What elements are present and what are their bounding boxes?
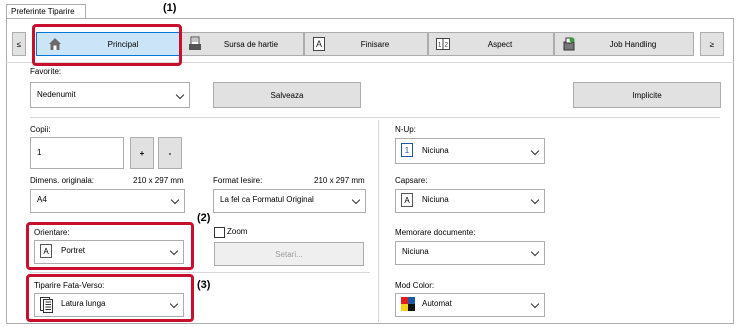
chevron-down-icon [530,299,540,309]
staple-dropdown[interactable]: A Niciuna [395,189,545,213]
tab-sursa-de-hartie[interactable]: Sursa de hartie [180,32,304,56]
zoom-label: Zoom [227,227,248,236]
finishing-icon: A [313,37,325,51]
favorites-value: Nedenumit [37,90,76,99]
tab-job-handling-label: Job Handling [609,39,657,49]
copies-plus-button[interactable]: + [130,137,154,169]
section-divider [30,117,720,118]
tab-preferinte-tiparire[interactable]: Preferinte Tiparire [6,4,86,18]
favorites-dropdown[interactable]: Nedenumit [30,82,190,108]
highlight-duplex [26,274,194,322]
tab-job-handling[interactable]: Job Handling [554,32,694,56]
layout-icon: 1 2 [436,38,450,50]
nup-value: Niciuna [422,146,449,155]
default-button[interactable]: Implicite [573,82,721,108]
output-size-dims: 210 x 297 mm [314,176,365,185]
scroll-right-label: ≥ [709,39,715,49]
callout-3: (3) [197,279,211,291]
chevron-down-icon [530,146,540,156]
original-size-dims: 210 x 297 mm [133,176,184,185]
scroll-left-button[interactable]: ≤ [12,32,26,56]
original-size-value: A4 [37,195,47,204]
chevron-down-icon [530,195,540,205]
scroll-right-button[interactable]: ≥ [700,32,724,56]
default-button-label: Implicite [632,90,662,100]
color-mode-value: Automat [422,299,452,308]
color-mode-icon [401,297,415,311]
zoom-settings-label: Setari... [275,249,303,259]
nup-label: N-Up: [395,125,416,134]
copies-minus-button[interactable]: - [158,137,182,169]
copies-value: 1 [37,148,42,157]
save-button-label: Salveaza [270,90,304,100]
original-size-label: Dimens. originala: [30,176,95,185]
output-size-dropdown[interactable]: La fel ca Formatul Original [213,189,366,213]
copies-input[interactable]: 1 [30,137,124,169]
scroll-left-label: ≤ [16,39,22,49]
favorites-label: Favorite: [30,67,62,76]
column-divider [378,120,379,322]
copies-label: Copii: [30,125,51,134]
output-size-label: Format Iesire: [213,176,263,185]
chevron-down-icon [530,247,540,257]
staple-icon: A [401,193,413,207]
color-mode-dropdown[interactable]: Automat [395,293,545,317]
plus-label: + [139,148,145,158]
section-divider-2 [30,272,370,273]
nup-1-icon: 1 [401,143,413,157]
doc-storage-dropdown[interactable]: Niciuna [395,241,545,265]
chevron-down-icon [351,195,361,205]
doc-storage-value: Niciuna [402,247,429,256]
svg-text:A: A [316,39,322,49]
zoom-checkbox[interactable] [214,227,225,238]
output-size-value: La fel ca Formatul Original [220,195,314,204]
color-mode-label: Mod Color: [395,281,435,290]
zoom-settings-button[interactable]: Setari... [214,242,364,266]
callout-1: (1) [163,2,177,14]
tab-aspect[interactable]: 1 2 Aspect [428,32,554,56]
tab-finisare-label: Finisare [360,39,390,49]
paper-tray-icon [189,36,201,50]
tab-sursa-label: Sursa de hartie [223,39,279,49]
highlight-principal-tab [32,24,182,66]
highlight-orientation [26,222,194,270]
original-size-dropdown[interactable]: A4 [30,189,185,213]
tab-finisare[interactable]: A Finisare [304,32,428,56]
chevron-down-icon [175,90,185,100]
doc-storage-label: Memorare documente: [395,228,476,237]
nup-dropdown[interactable]: 1 Niciuna [395,138,545,164]
save-button[interactable]: Salveaza [213,82,361,108]
staple-label: Capsare: [395,176,428,185]
minus-label: - [168,148,172,158]
callout-2: (2) [197,212,211,224]
staple-value: Niciuna [422,195,449,204]
chevron-down-icon [170,195,180,205]
job-handling-icon [563,37,575,51]
tab-aspect-label: Aspect [487,39,513,49]
